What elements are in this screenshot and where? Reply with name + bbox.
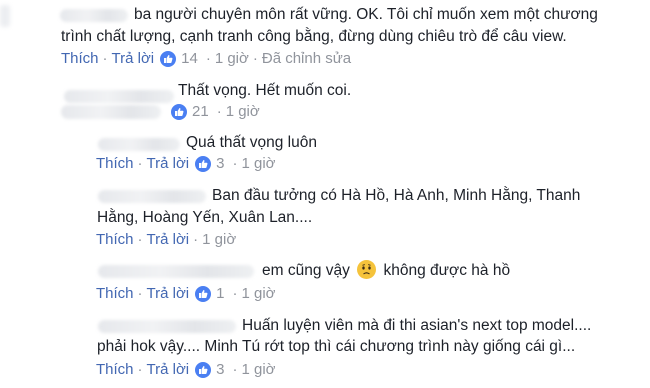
like-reaction-icon	[171, 104, 187, 120]
comment-actions: Thích · Trả lời 14 · 1 giờ · Đã chỉnh sử…	[61, 49, 351, 69]
like-button[interactable]: Thích	[96, 154, 134, 174]
comment-actions: Thích · Trả lời 3 · 1 giờ	[96, 154, 276, 174]
reply-button[interactable]: Trả lời	[147, 284, 190, 304]
confused-face-icon	[357, 260, 377, 279]
comment-actions: Thích · Trả lời 3 · 1 giờ	[96, 360, 276, 380]
separator: ·	[232, 285, 238, 302]
like-reaction-icon	[195, 156, 212, 172]
separator: ·	[137, 285, 143, 302]
timestamp[interactable]: 1 giờ	[241, 154, 275, 174]
reply-button[interactable]: Trả lời	[147, 230, 190, 250]
separator: ·	[232, 155, 238, 172]
blurred-actions	[61, 105, 161, 119]
comment-text: Thất vọng. Hết muốn coi.	[178, 82, 352, 99]
comment-text-before: em cũng vậy	[262, 262, 350, 279]
edited-label[interactable]: Đã chỉnh sửa	[262, 49, 351, 69]
comment-text: Quá thất vọng luôn	[186, 134, 317, 151]
like-button[interactable]: Thích	[96, 360, 134, 380]
comment-text-line-1: ba người chuyên môn rất vững. OK. Tôi ch…	[134, 6, 598, 23]
separator: ·	[216, 103, 222, 120]
timestamp[interactable]: 1 giờ	[215, 49, 249, 69]
reaction-count[interactable]: 21	[171, 102, 209, 122]
timestamp[interactable]: 1 giờ	[241, 284, 275, 304]
like-reaction-icon	[195, 362, 212, 378]
comment-text-line-1: Huấn luyện viên mà đi thi asian's next t…	[242, 317, 592, 334]
avatar-placeholder	[0, 5, 10, 27]
comment-text-line-2: phải hok vậy.... Minh Tú rớt top thì cái…	[97, 338, 576, 355]
comment-text-line-2: trình chất lượng, cạnh tranh công bằng, …	[61, 28, 567, 45]
comment-actions: Thích · Trả lời · 1 giờ	[96, 230, 236, 250]
reply-button[interactable]: Trả lời	[147, 154, 190, 174]
reaction-count[interactable]: 3	[195, 360, 224, 380]
separator: ·	[137, 155, 143, 172]
separator: ·	[193, 231, 199, 248]
separator: ·	[102, 50, 108, 67]
comment-actions: Thích · Trả lời 1 · 1 giờ	[96, 284, 276, 304]
like-reaction-icon	[195, 286, 212, 302]
timestamp[interactable]: 1 giờ	[241, 360, 275, 380]
comment-text-after: không được hà hồ	[383, 262, 511, 279]
reply-button[interactable]: Trả lời	[112, 49, 155, 69]
like-reaction-icon	[160, 51, 177, 67]
comment-text: em cũng vậy không được hà hồ	[262, 259, 510, 282]
like-button[interactable]: Thích	[96, 284, 134, 304]
commenter-name-blurred[interactable]	[98, 265, 254, 278]
timestamp[interactable]: 1 giờ	[202, 230, 236, 250]
reaction-count[interactable]: 14	[160, 49, 198, 69]
comment-text-line-1: Ban đầu tưởng có Hà Hồ, Hà Anh, Minh Hằn…	[212, 187, 581, 204]
reaction-count[interactable]: 1	[195, 284, 224, 304]
reaction-count[interactable]: 3	[195, 154, 224, 174]
commenter-name-blurred[interactable]	[98, 320, 236, 333]
separator: ·	[252, 50, 258, 67]
commenter-name-blurred[interactable]	[60, 9, 128, 22]
separator: ·	[137, 231, 143, 248]
comment-actions: 21 · 1 giờ	[61, 102, 260, 122]
comment-text-line-2: Hằng, Hoàng Yến, Xuân Lan....	[97, 209, 313, 226]
reply-button[interactable]: Trả lời	[147, 360, 190, 380]
separator: ·	[232, 361, 238, 378]
commenter-name-blurred[interactable]	[98, 190, 206, 203]
like-button[interactable]: Thích	[96, 230, 134, 250]
separator: ·	[205, 50, 211, 67]
like-button[interactable]: Thích	[61, 49, 99, 69]
separator: ·	[137, 361, 143, 378]
timestamp[interactable]: 1 giờ	[226, 102, 260, 122]
commenter-name-blurred[interactable]	[98, 138, 180, 151]
